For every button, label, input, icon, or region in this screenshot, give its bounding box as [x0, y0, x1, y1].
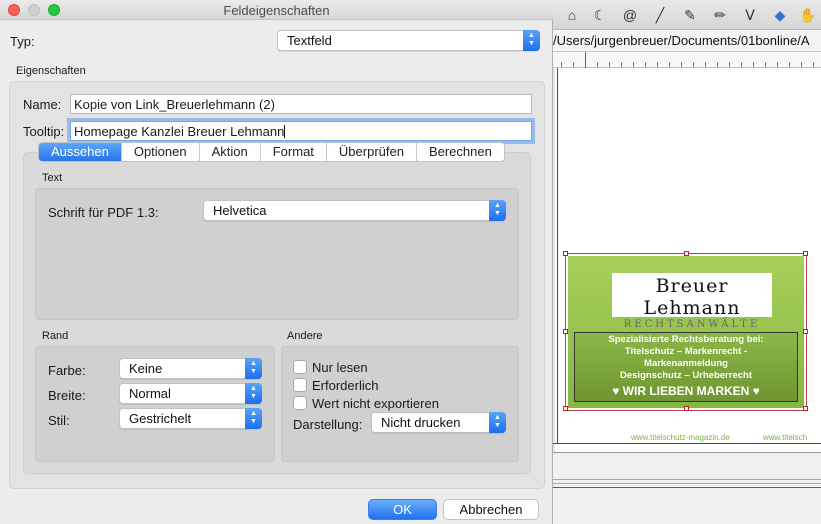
logo-subtitle: RECHTSANWÄLTE [623, 319, 761, 330]
andere-section-label: Andere [287, 330, 323, 342]
chevron-updown-icon: ▲ ▼ [245, 383, 262, 404]
tab-aussehen[interactable]: Aussehen [39, 143, 122, 161]
stil-label: Stil: [48, 413, 70, 428]
breuer-lehmann-logo: Breuer Lehmann RECHTSANWÄLTE [612, 273, 772, 330]
chevron-updown-icon: ▲ ▼ [245, 408, 262, 429]
nicht-exportieren-label: Wert nicht exportieren [312, 396, 439, 411]
ad-line: Markenanmeldung [644, 358, 728, 369]
name-input[interactable]: Kopie von Link_Breuerlehmann (2) [70, 94, 532, 114]
text-caret [284, 125, 286, 138]
farbe-label: Farbe: [48, 363, 86, 378]
horizontal-ruler [553, 52, 821, 68]
resize-handle[interactable] [803, 406, 808, 411]
resize-handle[interactable] [563, 251, 568, 256]
tab-aktion[interactable]: Aktion [200, 143, 261, 161]
tab-berechnen[interactable]: Berechnen [417, 143, 504, 161]
drawing-toolbar: ⌂ ☾ @ ╱ ✎ ✏ Ⅴ ◆ ✋ [553, 0, 821, 30]
ad-line: Spezialisierte Rechtsberatung bei: [608, 334, 764, 345]
darstellung-select[interactable]: Nicht drucken ▲ ▼ [371, 412, 506, 433]
breite-select[interactable]: Normal ▲ ▼ [119, 383, 262, 404]
stamp-icon[interactable]: Ⅴ [739, 4, 761, 26]
nur-lesen-label: Nur lesen [312, 360, 368, 375]
resize-handle[interactable] [803, 329, 808, 334]
logo-name: Breuer Lehmann [643, 275, 741, 319]
text-section-label: Text [42, 172, 63, 184]
farbe-select-value: Keine [129, 361, 163, 376]
chevron-updown-icon: ▲ ▼ [489, 412, 506, 433]
ad-slogan: ♥ WIR LIEBEN MARKEN ♥ [612, 384, 760, 398]
nur-lesen-checkbox[interactable] [293, 360, 307, 374]
resize-handle[interactable] [803, 251, 808, 256]
ok-button[interactable]: OK [368, 499, 437, 520]
darstellung-label: Darstellung: [293, 417, 363, 432]
tooltip-value: Homepage Kanzlei Breuer Lehmann [74, 124, 285, 139]
ruler-position-marker [585, 52, 586, 68]
chevron-updown-icon: ▲ ▼ [489, 200, 506, 221]
type-label: Typ: [10, 34, 35, 49]
tooltip-label: Tooltip: [23, 124, 65, 139]
advertisement-box: Breuer Lehmann RECHTSANWÄLTE Spezialisie… [568, 256, 804, 408]
margin-guide [553, 443, 821, 444]
nicht-exportieren-checkbox[interactable] [293, 396, 307, 410]
chevron-updown-icon: ▲ ▼ [523, 30, 540, 51]
window-title: Feldeigenschaften [223, 3, 330, 18]
ad-line: Titelschutz – Markenrecht - [624, 346, 748, 357]
chevron-updown-icon: ▲ ▼ [245, 358, 262, 379]
darstellung-select-value: Nicht drucken [381, 415, 461, 430]
farbe-select[interactable]: Keine ▲ ▼ [119, 358, 262, 379]
tab-format[interactable]: Format [261, 143, 327, 161]
tab-optionen[interactable]: Optionen [122, 143, 200, 161]
field-properties-dialog: Feldeigenschaften Typ: Textfeld ▲ ▼ Eigen… [0, 0, 553, 524]
stil-select-value: Gestrichelt [129, 411, 192, 426]
tooltip-input[interactable]: Homepage Kanzlei Breuer Lehmann [70, 121, 532, 141]
title-bar: Feldeigenschaften [0, 0, 553, 20]
breite-select-value: Normal [129, 386, 171, 401]
type-select-value: Textfeld [287, 33, 332, 48]
font-label: Schrift für PDF 1.3: [48, 205, 159, 220]
margin-guide [557, 68, 558, 444]
background-document-window: ⌂ ☾ @ ╱ ✎ ✏ Ⅴ ◆ ✋ /Users/jurgenbreuer/Do… [553, 0, 821, 524]
resize-handle[interactable] [563, 329, 568, 334]
house-icon[interactable]: ⌂ [561, 4, 583, 26]
resize-handle[interactable] [563, 406, 568, 411]
type-select[interactable]: Textfeld ▲ ▼ [277, 30, 540, 51]
rand-section-label: Rand [42, 330, 69, 342]
line-icon[interactable]: ╱ [649, 4, 671, 26]
name-label: Name: [23, 97, 62, 112]
moon-icon[interactable]: ☾ [589, 4, 611, 26]
resize-handle[interactable] [684, 251, 689, 256]
erforderlich-checkbox[interactable] [293, 378, 307, 392]
pencil-icon[interactable]: ✏ [709, 4, 731, 26]
ad-text: Spezialisierte Rechtsberatung bei: Titel… [568, 334, 804, 398]
tab-bar: Aussehen Optionen Aktion Format Überprüf… [38, 142, 505, 162]
page-footer-area [553, 452, 821, 524]
footer-url: www.titelschutz-magazin.de [631, 433, 730, 442]
ad-line: Designschutz – Urheberrecht [620, 370, 752, 381]
cancel-button[interactable]: Abbrechen [443, 499, 539, 520]
footer-url: www.titelsch [763, 433, 808, 442]
hand-icon[interactable]: ✋ [797, 4, 819, 26]
tab-ueberpruefen[interactable]: Überprüfen [327, 143, 417, 161]
eraser-icon[interactable]: ◆ [769, 4, 791, 26]
document-path: /Users/jurgenbreuer/Documents/01bonline/… [553, 30, 821, 52]
font-select[interactable]: Helvetica ▲ ▼ [203, 200, 506, 221]
font-select-value: Helvetica [213, 203, 267, 218]
stil-select[interactable]: Gestrichelt ▲ ▼ [119, 408, 262, 429]
resize-handle[interactable] [684, 406, 689, 411]
breite-label: Breite: [48, 388, 86, 403]
spiral-icon[interactable]: @ [619, 4, 641, 26]
properties-section-label: Eigenschaften [16, 65, 86, 77]
erforderlich-label: Erforderlich [312, 378, 379, 393]
highlighter-icon[interactable]: ✎ [679, 4, 701, 26]
